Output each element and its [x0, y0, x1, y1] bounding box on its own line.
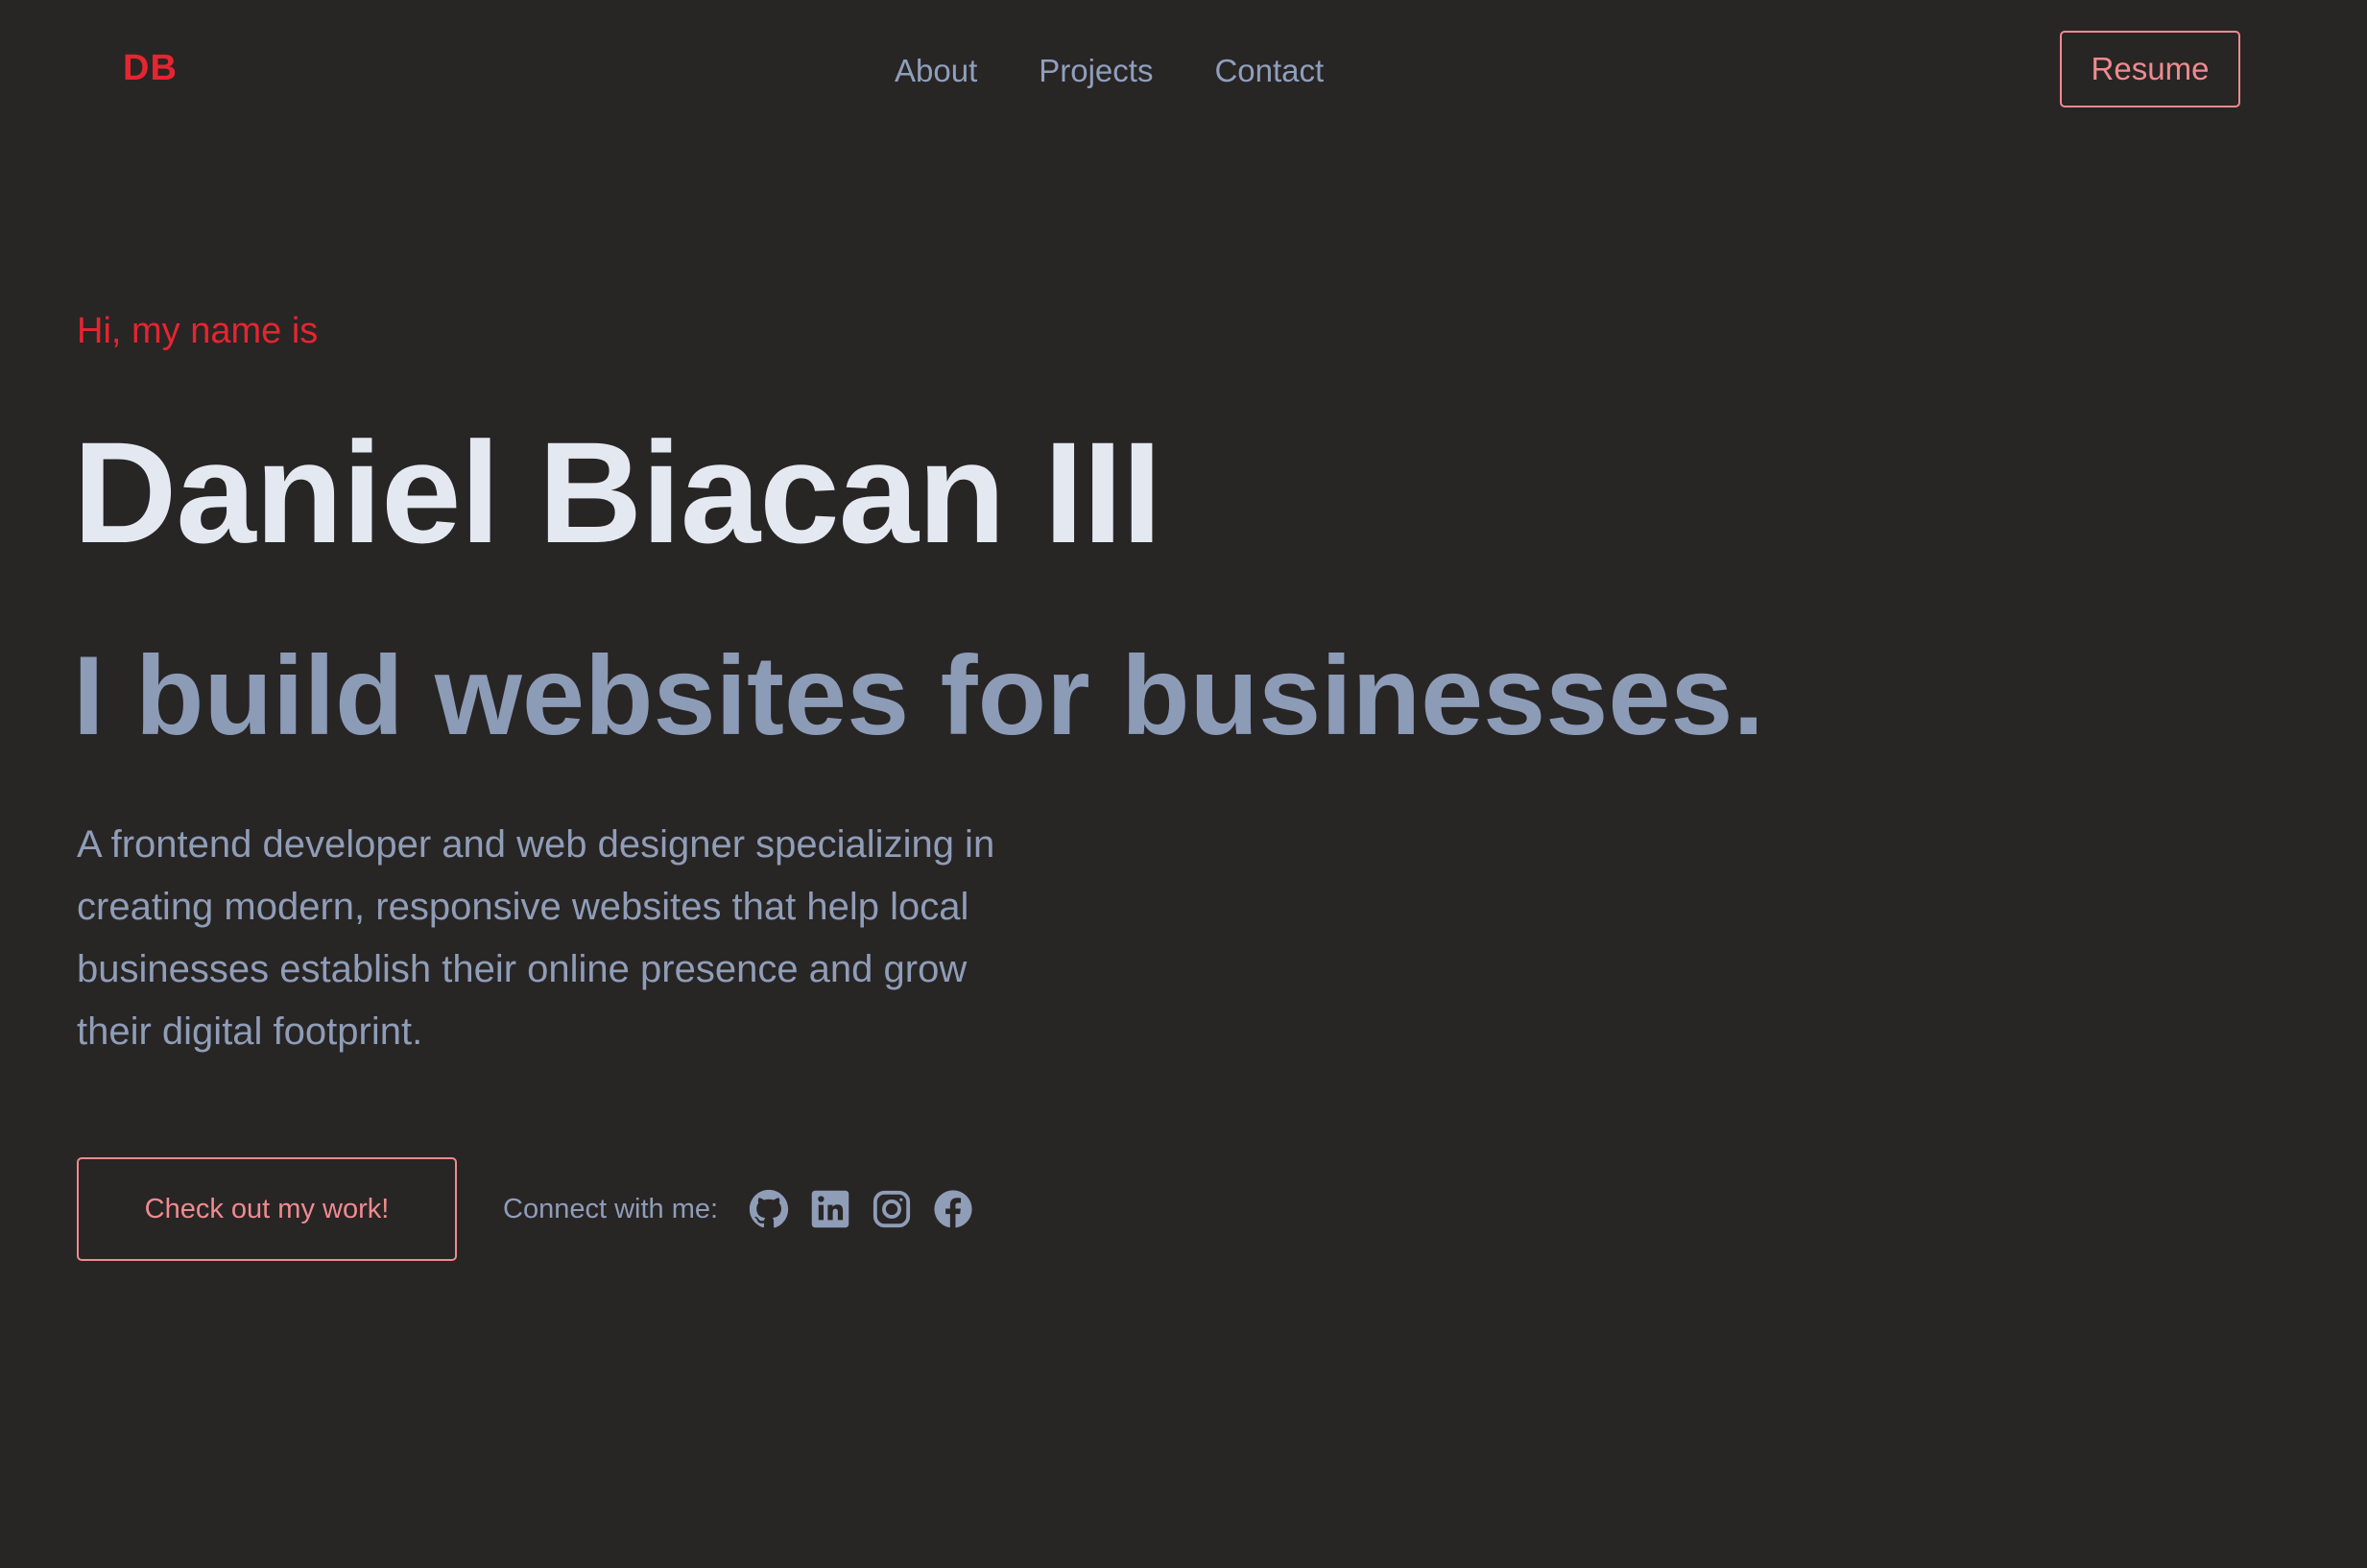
- nav-link-contact[interactable]: Contact: [1214, 50, 1324, 92]
- hero-name: Daniel Biacan III: [73, 412, 1161, 573]
- nav-link-about[interactable]: About: [895, 50, 977, 92]
- instagram-icon[interactable]: [872, 1189, 912, 1229]
- hero-tagline: I build websites for businesses.: [73, 632, 1764, 758]
- cta-row: Check out my work! Connect with me:: [77, 1157, 973, 1261]
- nav-link-projects[interactable]: Projects: [1039, 50, 1153, 92]
- hero-description: A frontend developer and web designer sp…: [77, 823, 995, 1053]
- social-links: [749, 1189, 973, 1229]
- github-icon[interactable]: [749, 1189, 789, 1229]
- connect-label: Connect with me:: [503, 1193, 719, 1224]
- nav-links: About Projects Contact: [895, 50, 1324, 92]
- resume-button[interactable]: Resume: [2060, 31, 2240, 107]
- facebook-icon[interactable]: [933, 1189, 973, 1229]
- linkedin-icon[interactable]: [810, 1189, 850, 1229]
- check-out-work-button[interactable]: Check out my work!: [77, 1157, 457, 1261]
- logo[interactable]: DB: [123, 48, 178, 89]
- navbar: DB About Projects Contact Resume: [0, 0, 2367, 144]
- greeting-text: Hi, my name is: [77, 311, 319, 351]
